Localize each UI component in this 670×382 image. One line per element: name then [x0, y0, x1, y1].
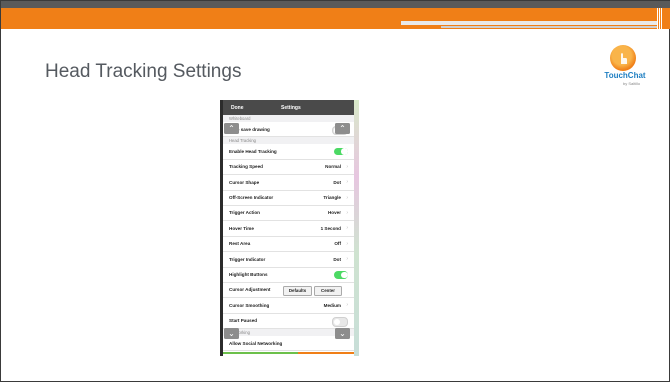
scroll-up-right-arrow-icon[interactable]: ⌃ [335, 123, 350, 134]
row-value: Medium [323, 302, 341, 308]
row-label: Start Paused [229, 318, 258, 324]
chevron-right-icon: › [346, 256, 348, 263]
scroll-down-left-arrow-icon[interactable]: ⌄ [224, 328, 239, 339]
row-offscreen-indicator[interactable]: Off-Screen Indicator Triangle › [223, 190, 354, 206]
row-cursor-shape[interactable]: Cursor Shape Dot › [223, 175, 354, 191]
row-tracking-speed[interactable]: Tracking Speed Normal › [223, 159, 354, 176]
chevron-right-icon: › [346, 302, 348, 309]
row-value: Dot [333, 256, 341, 262]
row-label: Cursor Smoothing [229, 302, 270, 308]
row-label: Highlight Buttons [229, 272, 268, 278]
row-value: Hover [327, 210, 341, 216]
phone-right-edge [354, 100, 359, 356]
start-paused-toggle[interactable] [332, 317, 348, 327]
dark-strip [1, 1, 670, 8]
scroll-up-left-arrow-icon[interactable]: ⌃ [224, 123, 239, 134]
chevron-right-icon: › [346, 179, 348, 186]
row-label: Allow Social Networking [229, 340, 283, 346]
title-bar-decoration [1, 1, 670, 29]
row-label: Enable Head Tracking [229, 148, 277, 154]
section-header-head-tracking: Head Tracking [223, 137, 354, 145]
row-value: Off [334, 241, 341, 247]
enable-head-tracking-toggle[interactable] [334, 147, 348, 156]
bottom-color-strip-2 [298, 352, 354, 354]
logo-brand: TouchChat [604, 71, 646, 80]
row-label: Cursor Adjustment [229, 287, 271, 293]
row-label: Rest Area [229, 241, 251, 247]
row-label: Off-Screen Indicator [229, 195, 274, 201]
row-label: Trigger Action [229, 210, 260, 216]
row-label: Tracking Speed [229, 164, 263, 170]
chevron-right-icon: › [346, 163, 348, 170]
settings-list: Whiteboard Auto save drawing Head Tracki… [223, 115, 354, 352]
center-button[interactable]: Center [314, 285, 342, 296]
settings-navbar: Done Settings [223, 100, 354, 115]
touchchat-logo: TouchChat by Saltillo [601, 45, 646, 89]
row-cursor-adjustment: Cursor Adjustment Defaults Center [223, 282, 354, 299]
row-trigger-action[interactable]: Trigger Action Hover › [223, 205, 354, 222]
row-label: Cursor Shape [229, 179, 260, 185]
row-value: Normal [325, 164, 341, 170]
decor-line-2 [441, 26, 663, 28]
highlight-buttons-toggle[interactable] [334, 271, 348, 279]
row-value: Triangle [323, 195, 341, 201]
chevron-right-icon: › [346, 240, 348, 247]
defaults-button[interactable]: Defaults [283, 285, 312, 296]
row-rest-area[interactable]: Rest Area Off › [223, 236, 354, 253]
phone-screenshot: Done Settings Whiteboard Auto save drawi… [220, 100, 359, 356]
row-value: 1 Second [320, 225, 341, 231]
row-cursor-smoothing[interactable]: Cursor Smoothing Medium › [223, 298, 354, 314]
row-label: Trigger Indicator [229, 256, 266, 262]
scroll-down-right-arrow-icon[interactable]: ⌄ [335, 328, 350, 339]
row-start-paused[interactable]: Start Paused [223, 313, 354, 330]
bottom-color-strip [223, 352, 298, 354]
row-label: Hover Time [229, 225, 254, 231]
done-button[interactable]: Done [231, 105, 244, 111]
row-enable-head-tracking[interactable]: Enable Head Tracking [223, 144, 354, 160]
row-trigger-indicator[interactable]: Trigger Indicator Dot › [223, 252, 354, 268]
decor-vertical-bars [657, 8, 663, 29]
row-highlight-buttons[interactable]: Highlight Buttons [223, 267, 354, 283]
slide: Head Tracking Settings TouchChat by Salt… [0, 0, 670, 382]
row-value: Dot [333, 179, 341, 185]
chevron-right-icon: › [346, 194, 348, 201]
slide-title: Head Tracking Settings [45, 61, 242, 82]
decor-line [401, 21, 663, 25]
section-header-whiteboard: Whiteboard [223, 115, 354, 122]
logo-sub: by Saltillo [623, 81, 641, 86]
chevron-right-icon: › [346, 225, 348, 232]
row-hover-time[interactable]: Hover Time 1 Second › [223, 221, 354, 237]
hand-icon [621, 53, 627, 64]
settings-title: Settings [281, 105, 301, 111]
chevron-right-icon: › [346, 209, 348, 216]
